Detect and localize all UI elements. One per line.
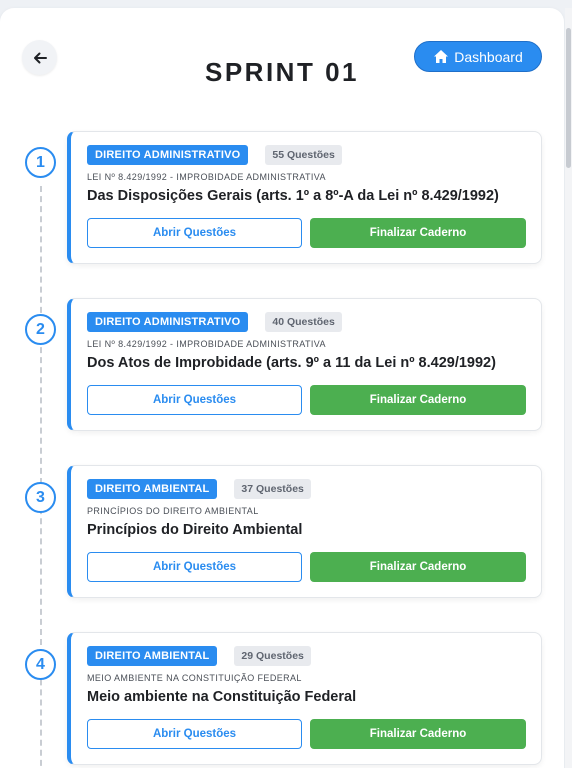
notebook-card-2: DIREITO ADMINISTRATIVO 40 Questões LEI N… — [67, 298, 542, 431]
step-number-3: 3 — [25, 482, 56, 513]
card-title: Princípios do Direito Ambiental — [87, 522, 303, 538]
dashboard-label: Dashboard — [454, 48, 523, 65]
subject-badge: DIREITO ADMINISTRATIVO — [87, 312, 249, 332]
card-subtitle: LEI Nº 8.429/1992 - IMPROBIDADE ADMINIST… — [87, 172, 326, 182]
question-count-badge: 55 Questões — [265, 145, 342, 165]
finish-notebook-button[interactable]: Finalizar Caderno — [310, 552, 526, 582]
subject-badge: DIREITO AMBIENTAL — [87, 479, 218, 499]
card-title: Meio ambiente na Constituição Federal — [87, 689, 357, 705]
card-title: Dos Atos de Improbidade (arts. 9º a 11 d… — [87, 355, 496, 371]
step-number-4: 4 — [25, 649, 56, 680]
card-subtitle: LEI Nº 8.429/1992 - IMPROBIDADE ADMINIST… — [87, 339, 326, 349]
finish-notebook-button[interactable]: Finalizar Caderno — [310, 218, 526, 248]
open-questions-button[interactable]: Abrir Questões — [87, 552, 302, 582]
card-subtitle: PRINCÍPIOS DO DIREITO AMBIENTAL — [87, 506, 259, 516]
open-questions-button[interactable]: Abrir Questões — [87, 218, 302, 248]
subject-badge: DIREITO AMBIENTAL — [87, 646, 218, 666]
step-number-2: 2 — [25, 314, 56, 345]
sprint-panel: SPRINT 01 Dashboard 1 DIREITO ADMINISTRA… — [0, 8, 564, 768]
notebook-card-1: DIREITO ADMINISTRATIVO 55 Questões LEI N… — [67, 131, 542, 264]
notebook-card-3: DIREITO AMBIENTAL 37 Questões PRINCÍPIOS… — [67, 465, 542, 598]
finish-notebook-button[interactable]: Finalizar Caderno — [310, 385, 526, 415]
question-count-badge: 40 Questões — [265, 312, 342, 332]
timeline-line — [40, 186, 42, 768]
card-subtitle: MEIO AMBIENTE NA CONSTITUIÇÃO FEDERAL — [87, 673, 302, 683]
dashboard-button[interactable]: Dashboard — [414, 41, 542, 72]
step-number-1: 1 — [25, 147, 56, 178]
open-questions-button[interactable]: Abrir Questões — [87, 719, 302, 749]
home-icon — [434, 50, 449, 63]
open-questions-button[interactable]: Abrir Questões — [87, 385, 302, 415]
card-title: Das Disposições Gerais (arts. 1º a 8º-A … — [87, 188, 499, 204]
finish-notebook-button[interactable]: Finalizar Caderno — [310, 719, 526, 749]
subject-badge: DIREITO ADMINISTRATIVO — [87, 145, 249, 165]
scrollbar[interactable] — [565, 8, 572, 768]
scrollbar-thumb[interactable] — [566, 28, 571, 168]
notebook-card-4: DIREITO AMBIENTAL 29 Questões MEIO AMBIE… — [67, 632, 542, 765]
question-count-badge: 29 Questões — [234, 646, 311, 666]
question-count-badge: 37 Questões — [234, 479, 311, 499]
